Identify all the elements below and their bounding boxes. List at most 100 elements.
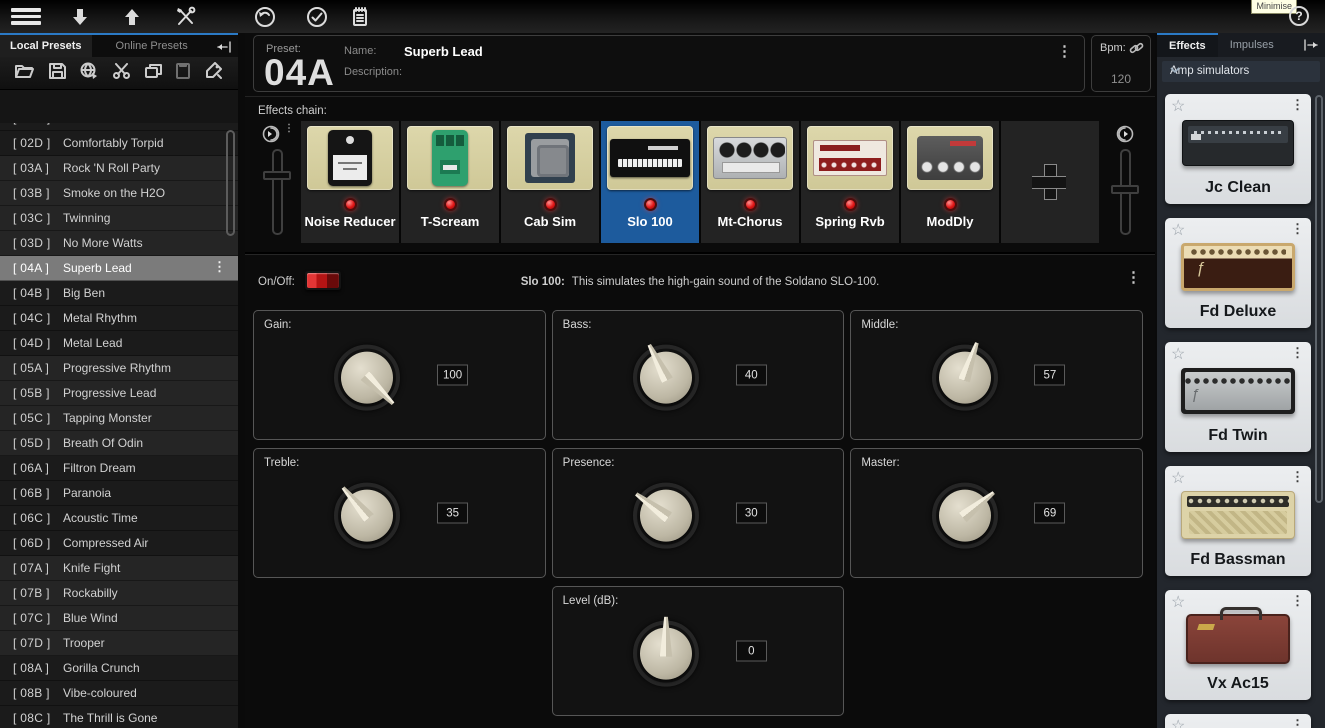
preset-row-the-thrill-is-gone[interactable]: [ 08C ] The Thrill is Gone — [0, 706, 238, 728]
knob[interactable] — [334, 483, 400, 549]
kebab-menu-icon[interactable]: ⋮ — [1291, 594, 1304, 607]
effect-led-indicator[interactable] — [444, 198, 457, 211]
control-value-box[interactable]: 35 — [437, 503, 468, 524]
control-value-box[interactable]: 100 — [437, 365, 468, 386]
help-icon[interactable]: ? — [1289, 6, 1309, 26]
input-level-slider-thumb[interactable] — [263, 171, 291, 180]
add-effect-button[interactable] — [1001, 121, 1099, 243]
preset-row-progressive-rhythm[interactable]: [ 05A ] Progressive Rhythm — [0, 356, 238, 381]
preset-row-tapping-monster[interactable]: [ 05C ] Tapping Monster — [0, 406, 238, 431]
preset-row-knife-fight[interactable]: [ 07A ] Knife Fight — [0, 556, 238, 581]
paste-icon[interactable] — [175, 61, 191, 85]
amp-card-fd-bassman[interactable]: ☆ ⋮ Fd Bassman — [1165, 466, 1311, 576]
preset-row-superb-lead[interactable]: [ 04A ] Superb Lead ⋮ — [0, 256, 238, 281]
amp-card-fd-twin[interactable]: ☆ ⋮ Fd Twin — [1165, 342, 1311, 452]
kebab-menu-icon[interactable]: ⋮ — [1291, 98, 1304, 111]
tab-impulses[interactable]: Impulses — [1218, 33, 1286, 57]
rename-tag-icon[interactable] — [204, 61, 224, 85]
chain-slot-t-scream[interactable]: T-Scream — [401, 121, 499, 243]
control-value-box[interactable]: 40 — [736, 365, 767, 386]
amp-list-scrollbar[interactable] — [1315, 95, 1323, 503]
effect-led-indicator[interactable] — [644, 198, 657, 211]
chain-slot-slo-100[interactable]: Slo 100 — [601, 121, 699, 243]
preset-row-metal-rhythm[interactable]: [ 04C ] Metal Rhythm — [0, 306, 238, 331]
preset-name-value[interactable]: Superb Lead — [404, 44, 483, 59]
preset-row-vibe-coloured[interactable]: [ 08B ] Vibe-coloured — [0, 681, 238, 706]
knob[interactable] — [633, 483, 699, 549]
preset-row-smoke-on-the-h2o[interactable]: [ 03B ] Smoke on the H2O — [0, 181, 238, 206]
import-download-icon[interactable] — [52, 0, 108, 33]
tab-local-presets[interactable]: Local Presets — [0, 35, 92, 57]
preset-row-rockabilly[interactable]: [ 07B ] Rockabilly — [0, 581, 238, 606]
control-value-box[interactable]: 69 — [1034, 503, 1065, 524]
confirm-check-icon[interactable] — [296, 0, 338, 33]
output-level-slider-thumb[interactable] — [1111, 185, 1139, 194]
bpm-value[interactable]: 120 — [1092, 72, 1150, 86]
preset-row-blues-breaker[interactable]: [ 02C ] Blues Breaker — [0, 123, 238, 131]
control-value-box[interactable]: 0 — [736, 641, 767, 662]
control-value-box[interactable]: 57 — [1034, 365, 1065, 386]
onoff-switch[interactable] — [305, 271, 341, 290]
bpm-link-icon[interactable] — [1129, 41, 1144, 61]
chain-slot-spring-rvb[interactable]: Spring Rvb — [801, 121, 899, 243]
star-favorite-icon[interactable]: ☆ — [1171, 716, 1185, 728]
kebab-menu-icon[interactable]: ⋮ — [1291, 470, 1304, 483]
chain-slot-mt-chorus[interactable]: Mt-Chorus — [701, 121, 799, 243]
preset-row-progressive-lead[interactable]: [ 05B ] Progressive Lead — [0, 381, 238, 406]
effect-led-indicator[interactable] — [744, 198, 757, 211]
preset-row-rock-n-roll-party[interactable]: [ 03A ] Rock 'N Roll Party — [0, 156, 238, 181]
copy-icon[interactable] — [144, 62, 163, 85]
knob[interactable] — [334, 345, 400, 411]
chain-slot-noise-reducer[interactable]: Noise Reducer — [301, 121, 399, 243]
star-favorite-icon[interactable]: ☆ — [1171, 220, 1185, 240]
category-dropdown[interactable]: Amp simulators — [1162, 61, 1320, 82]
preset-row-compressed-air[interactable]: [ 06D ] Compressed Air — [0, 531, 238, 556]
knob[interactable] — [932, 483, 998, 549]
effect-led-indicator[interactable] — [944, 198, 957, 211]
star-favorite-icon[interactable]: ☆ — [1171, 468, 1185, 488]
preset-row-breath-of-odin[interactable]: [ 05D ] Breath Of Odin — [0, 431, 238, 456]
amp-card-jc-clean[interactable]: ☆ ⋮ Jc Clean — [1165, 94, 1311, 204]
chain-slot-moddly[interactable]: ModDly — [901, 121, 999, 243]
open-folder-icon[interactable] — [14, 62, 35, 85]
amp-card-vx-ac15[interactable]: ☆ ⋮ Vx Ac15 — [1165, 590, 1311, 700]
knob[interactable] — [633, 621, 699, 687]
menu-icon[interactable] — [0, 0, 52, 33]
collapse-panel-icon[interactable] — [216, 40, 232, 59]
kebab-menu-icon[interactable]: ⋮ — [213, 259, 226, 275]
knob[interactable] — [633, 345, 699, 411]
tools-icon[interactable] — [156, 0, 216, 33]
preset-row-metal-lead[interactable]: [ 04D ] Metal Lead — [0, 331, 238, 356]
star-favorite-icon[interactable]: ☆ — [1171, 344, 1185, 364]
kebab-menu-icon[interactable]: ⋮ — [1057, 44, 1072, 59]
preset-row-blue-wind[interactable]: [ 07C ] Blue Wind — [0, 606, 238, 631]
preset-row-twinning[interactable]: [ 03C ] Twinning — [0, 206, 238, 231]
preset-row-filtron-dream[interactable]: [ 06A ] Filtron Dream — [0, 456, 238, 481]
output-level-slider[interactable] — [1120, 149, 1131, 235]
kebab-menu-icon[interactable]: ⋮ — [1126, 270, 1141, 285]
kebab-menu-icon[interactable]: ⋮ — [1291, 346, 1304, 359]
preset-row-gorilla-crunch[interactable]: [ 08A ] Gorilla Crunch — [0, 656, 238, 681]
expand-panel-icon[interactable] — [1303, 38, 1319, 57]
kebab-menu-icon[interactable]: ⋮ — [284, 123, 294, 134]
preset-row-comfortably-torpid[interactable]: [ 02D ] Comfortably Torpid — [0, 131, 238, 156]
kebab-menu-icon[interactable]: ⋮ — [1291, 718, 1304, 728]
amp-card[interactable]: ☆ ⋮ — [1165, 714, 1311, 728]
effect-led-indicator[interactable] — [344, 198, 357, 211]
effect-led-indicator[interactable] — [544, 198, 557, 211]
input-level-slider[interactable] — [272, 149, 283, 235]
preset-list-scrollbar[interactable] — [226, 130, 235, 236]
preset-row-acoustic-time[interactable]: [ 06C ] Acoustic Time — [0, 506, 238, 531]
kebab-menu-icon[interactable]: ⋮ — [1291, 222, 1304, 235]
star-favorite-icon[interactable]: ☆ — [1171, 96, 1185, 116]
star-favorite-icon[interactable]: ☆ — [1171, 592, 1185, 612]
preset-row-big-ben[interactable]: [ 04B ] Big Ben — [0, 281, 238, 306]
online-library-icon[interactable] — [79, 61, 99, 85]
preset-row-no-more-watts[interactable]: [ 03D ] No More Watts — [0, 231, 238, 256]
input-node-icon[interactable] — [260, 123, 282, 150]
control-value-box[interactable]: 30 — [736, 503, 767, 524]
undo-icon[interactable] — [234, 0, 296, 33]
preset-row-paranoia[interactable]: [ 06B ] Paranoia — [0, 481, 238, 506]
tab-effects[interactable]: Effects — [1157, 33, 1218, 57]
notes-icon[interactable] — [338, 0, 382, 33]
